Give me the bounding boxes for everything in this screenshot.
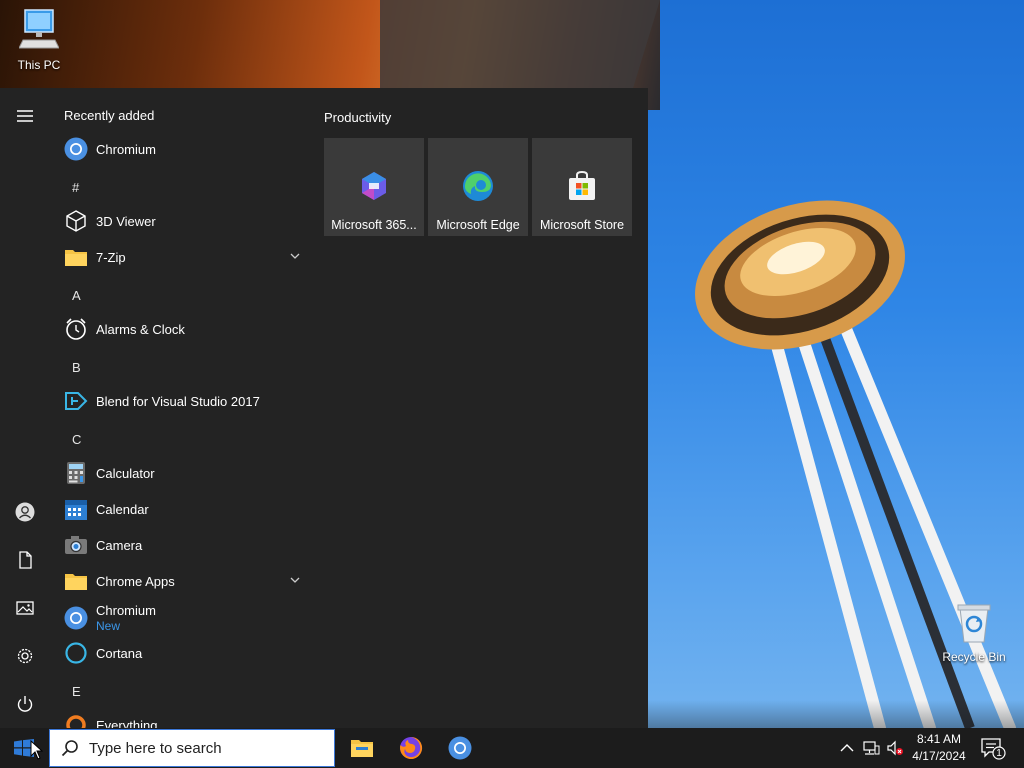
tile-label: Microsoft Store [539, 218, 625, 232]
all-apps-list[interactable]: Recently added Chromium # 3D Viewer 7-Zi… [50, 88, 312, 728]
camera-icon [63, 532, 89, 558]
app-item-label: Alarms & Clock [96, 321, 185, 337]
app-item-chromium[interactable]: Chromium New [50, 600, 312, 636]
network-icon[interactable] [862, 739, 880, 757]
app-item-label: Cortana [96, 645, 143, 661]
app-item-label: 3D Viewer [96, 213, 156, 229]
blend-icon [63, 388, 89, 414]
tile-label: Microsoft Edge [436, 218, 520, 232]
section-letter-hash[interactable]: # [72, 180, 79, 195]
hamburger-menu-icon [17, 110, 33, 122]
section-letter-b[interactable]: B [72, 360, 81, 375]
firefox-icon [400, 736, 423, 759]
documents-button[interactable] [0, 538, 50, 582]
start-menu-rail [0, 88, 50, 728]
app-item-label: Chromium [96, 141, 156, 157]
everything-icon [63, 712, 89, 728]
app-item-label: 7-Zip [96, 249, 126, 265]
app-item-calculator[interactable]: Calculator [50, 456, 312, 490]
edge-icon [463, 171, 493, 201]
settings-gear-icon [17, 648, 33, 664]
documents-icon [19, 551, 32, 569]
app-item-alarms-clock[interactable]: Alarms & Clock [50, 312, 312, 346]
file-explorer-icon [351, 740, 373, 757]
action-center-button[interactable]: 1 [980, 736, 1006, 760]
desktop-icon-label: Recycle Bin [942, 650, 1006, 664]
mouse-cursor-icon [30, 740, 44, 760]
user-account-icon [15, 502, 35, 522]
app-item-everything[interactable]: Everything [50, 708, 312, 728]
alarm-clock-icon [63, 316, 89, 342]
chromium-icon [448, 736, 472, 760]
app-item-label: Blend for Visual Studio 2017 [96, 393, 260, 409]
chevron-down-icon[interactable] [290, 575, 300, 585]
show-hidden-icons-chevron-icon[interactable] [838, 739, 856, 757]
new-badge: New [96, 619, 121, 633]
clock-time: 8:41 AM [916, 732, 962, 746]
app-item-label: Chrome Apps [96, 573, 175, 589]
settings-button[interactable] [0, 634, 50, 678]
app-item-label: Calculator [96, 465, 155, 481]
app-item-label: Calendar [96, 501, 149, 517]
chromium-icon [63, 136, 89, 162]
volume-muted-icon[interactable] [886, 739, 904, 757]
start-menu: Recently added Chromium # 3D Viewer 7-Zi… [0, 88, 648, 728]
folder-icon [63, 244, 89, 270]
clock-date: 4/17/2024 [912, 749, 966, 763]
app-item-camera[interactable]: Camera [50, 528, 312, 562]
power-icon [17, 696, 33, 712]
calculator-icon [63, 460, 89, 486]
section-letter-a[interactable]: A [72, 288, 81, 303]
tile-label: Microsoft 365... [331, 218, 417, 232]
pictures-icon [16, 601, 34, 615]
recently-added-header: Recently added [64, 108, 155, 123]
pictures-button[interactable] [0, 586, 50, 630]
chevron-down-icon[interactable] [290, 251, 300, 261]
tile-microsoft-edge[interactable]: Microsoft Edge [428, 138, 528, 236]
taskbar-chromium[interactable] [436, 728, 484, 768]
taskbar-firefox[interactable] [387, 728, 435, 768]
section-letter-e[interactable]: E [72, 684, 81, 699]
app-item-blend-vs2017[interactable]: Blend for Visual Studio 2017 [50, 384, 312, 418]
taskbar-search-box[interactable] [49, 729, 335, 767]
computer-icon [3, 8, 75, 55]
taskbar-clock[interactable]: 8:41 AM 4/17/2024 [906, 731, 972, 765]
microsoft-365-icon [362, 172, 386, 200]
taskbar: 8:41 AM 4/17/2024 1 [0, 728, 1024, 768]
recycle-bin-icon [938, 602, 1010, 647]
search-icon [61, 740, 78, 757]
tile-microsoft-365[interactable]: Microsoft 365... [324, 138, 424, 236]
app-item-3d-viewer[interactable]: 3D Viewer [50, 204, 312, 238]
chromium-icon [63, 605, 89, 631]
desktop-icon-label: This PC [17, 58, 61, 72]
power-button[interactable] [0, 682, 50, 726]
folder-icon [63, 568, 89, 594]
tile-microsoft-store[interactable]: Microsoft Store [532, 138, 632, 236]
cube-icon [63, 208, 89, 234]
app-item-cortana[interactable]: Cortana [50, 636, 312, 670]
desktop-icon-this-pc[interactable]: This PC [3, 8, 75, 72]
cortana-icon [63, 640, 89, 666]
taskbar-file-explorer[interactable] [338, 728, 386, 768]
app-item-calendar[interactable]: Calendar [50, 492, 312, 526]
app-item-chrome-apps[interactable]: Chrome Apps [50, 564, 312, 598]
desktop-icon-recycle-bin[interactable]: Recycle Bin [938, 602, 1010, 664]
app-item-label: Chromium [96, 603, 156, 618]
app-item-text: Chromium New [96, 603, 156, 633]
section-letter-c[interactable]: C [72, 432, 81, 447]
calendar-icon [63, 496, 89, 522]
notification-count-badge: 1 [996, 748, 1002, 759]
app-item-7-zip[interactable]: 7-Zip [50, 240, 312, 274]
user-account-button[interactable] [0, 490, 50, 534]
expand-menu-button[interactable] [0, 94, 50, 138]
app-item-label: Everything [96, 717, 158, 729]
tiles-group-title[interactable]: Productivity [324, 110, 391, 125]
search-input[interactable] [89, 739, 319, 757]
store-icon [569, 170, 595, 200]
app-item-label: Camera [96, 537, 143, 553]
app-item-chromium-recent[interactable]: Chromium [50, 132, 312, 166]
